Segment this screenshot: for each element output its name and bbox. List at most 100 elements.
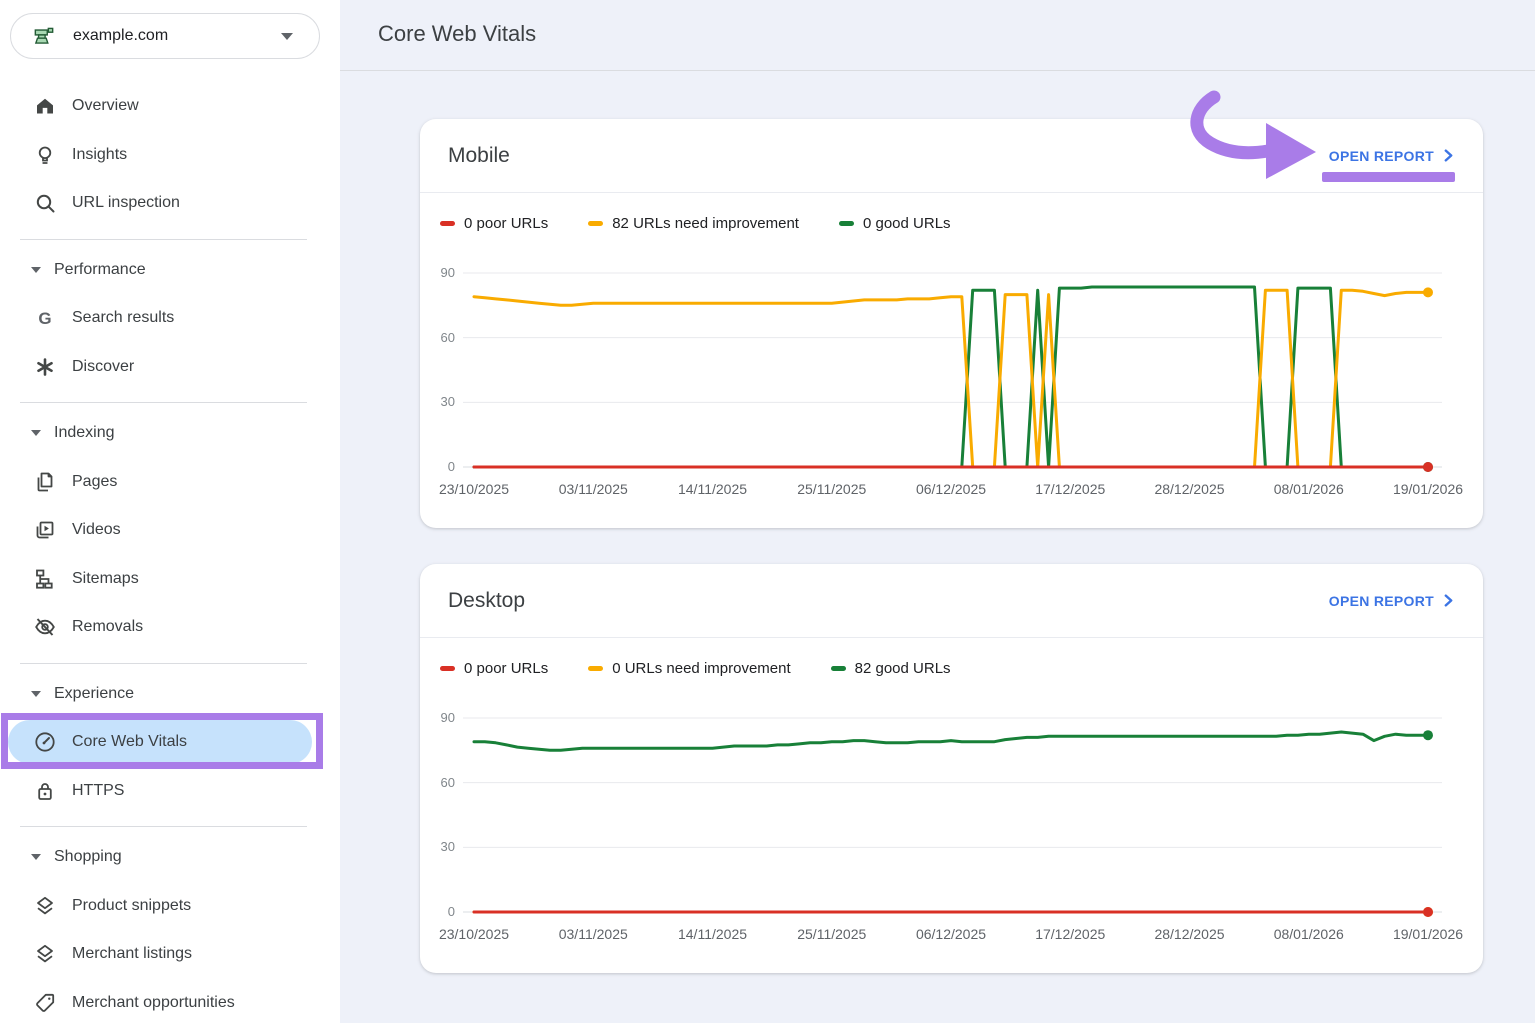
x-axis-label: 08/01/2026 <box>1244 926 1374 942</box>
videos-icon <box>33 518 57 542</box>
legend-item: 0 URLs need improvement <box>588 660 790 677</box>
x-axis-label: 06/12/2025 <box>886 481 1016 497</box>
legend-marker <box>588 666 603 671</box>
card-title: Desktop <box>448 589 525 613</box>
legend-item: 0 good URLs <box>839 215 951 232</box>
mobile-chart <box>420 259 1483 499</box>
sidebar-item-search-results[interactable]: GSearch results <box>0 294 340 343</box>
mobile-card: Mobile OPEN REPORT 0 poor URLs 82 URLs ne… <box>420 119 1483 528</box>
sidebar-item-overview[interactable]: Overview <box>0 82 340 131</box>
desktop-card-header: Desktop OPEN REPORT <box>420 564 1483 637</box>
open-report-link[interactable]: OPEN REPORT <box>1329 593 1455 609</box>
legend-label: 82 URLs need improvement <box>612 215 799 232</box>
chevron-down-icon <box>31 267 41 273</box>
sidebar-item-videos[interactable]: Videos <box>0 506 340 555</box>
y-axis-label: 0 <box>420 459 455 474</box>
sidebar-item-url-inspection[interactable]: URL inspection <box>0 179 340 228</box>
sidebar-item-label: Pages <box>72 473 117 491</box>
search-icon <box>33 191 57 215</box>
sidebar-item-sitemaps[interactable]: Sitemaps <box>0 555 340 604</box>
layers-diamond-icon <box>33 894 57 918</box>
legend-item: 82 good URLs <box>831 660 951 677</box>
property-selector[interactable]: example.com <box>10 13 320 59</box>
legend-item: 82 URLs need improvement <box>588 215 799 232</box>
svg-text:G: G <box>38 309 51 328</box>
series-end-dot-poor <box>1423 907 1433 917</box>
layers-diamond-icon <box>33 942 57 966</box>
x-axis-label: 23/10/2025 <box>409 926 539 942</box>
legend: 0 poor URLs 0 URLs need improvement 82 goo… <box>440 658 991 678</box>
sidebar-item-core-web-vitals[interactable]: Core Web Vitals <box>0 718 340 767</box>
eye-off-icon <box>33 615 57 639</box>
sitemaps-icon <box>33 567 57 591</box>
legend-item: 0 poor URLs <box>440 215 548 232</box>
y-axis-label: 60 <box>420 330 455 345</box>
lock-icon <box>33 779 57 803</box>
chevron-down-icon <box>31 691 41 697</box>
x-axis-label: 28/12/2025 <box>1125 481 1255 497</box>
sidebar-item-insights[interactable]: Insights <box>0 131 340 180</box>
sidebar-section-indexing[interactable]: Indexing <box>0 409 340 458</box>
x-axis-label: 19/01/2026 <box>1363 481 1493 497</box>
open-report-link[interactable]: OPEN REPORT <box>1329 148 1455 164</box>
sidebar-section-label: Shopping <box>54 848 122 866</box>
tag-icon <box>33 991 57 1015</box>
sidebar-item-discover[interactable]: Discover <box>0 343 340 392</box>
sidebar-item-https[interactable]: HTTPS <box>0 767 340 816</box>
google-g-icon: G <box>33 306 57 330</box>
sidebar-item-removals[interactable]: Removals <box>0 603 340 652</box>
sidebar-item-merchant-opportunities[interactable]: Merchant opportunities <box>0 979 340 1027</box>
sidebar-item-label: Removals <box>72 618 143 636</box>
sidebar-nav: Overview Insights URL inspection Performanc… <box>0 82 340 1027</box>
sidebar-item-pages[interactable]: Pages <box>0 458 340 507</box>
open-report-label: OPEN REPORT <box>1329 148 1434 164</box>
sidebar-divider <box>0 652 340 670</box>
legend-label: 0 URLs need improvement <box>612 660 790 677</box>
sidebar-section-performance[interactable]: Performance <box>0 246 340 295</box>
legend-marker <box>440 221 455 226</box>
sidebar-item-merchant-listings[interactable]: Merchant listings <box>0 930 340 979</box>
sidebar-item-label: HTTPS <box>72 782 124 800</box>
x-axis-label: 08/01/2026 <box>1244 481 1374 497</box>
series-end-dot-needs_improvement <box>1423 287 1433 297</box>
series-end-dot-poor <box>1423 462 1433 472</box>
series-end-dot-good <box>1423 730 1433 740</box>
page-title: Core Web Vitals <box>378 21 536 47</box>
chevron-down-icon <box>31 854 41 860</box>
sidebar-item-label: Videos <box>72 521 121 539</box>
chevron-right-icon <box>1442 149 1455 162</box>
y-axis-label: 90 <box>420 265 455 280</box>
desktop-card: Desktop OPEN REPORT 0 poor URLs 0 URLs ne… <box>420 564 1483 973</box>
sidebar-item-product-snippets[interactable]: Product snippets <box>0 882 340 931</box>
lightbulb-icon <box>33 143 57 167</box>
x-axis-label: 28/12/2025 <box>1125 926 1255 942</box>
asterisk-icon <box>33 355 57 379</box>
sidebar: example.com Overview Insights URL inspecti… <box>0 0 340 1023</box>
sidebar-item-label: Insights <box>72 146 127 164</box>
y-axis-label: 60 <box>420 775 455 790</box>
x-axis-label: 19/01/2026 <box>1363 926 1493 942</box>
sidebar-section-label: Performance <box>54 261 146 279</box>
sidebar-item-label: Core Web Vitals <box>72 733 187 751</box>
sidebar-section-experience[interactable]: Experience <box>0 670 340 719</box>
chevron-down-icon <box>281 33 293 40</box>
open-report-label: OPEN REPORT <box>1329 593 1434 609</box>
sidebar-divider <box>0 228 340 246</box>
sidebar-section-label: Indexing <box>54 424 115 442</box>
header-divider <box>340 70 1535 71</box>
y-axis-label: 30 <box>420 839 455 854</box>
property-domain-icon <box>31 23 57 49</box>
x-axis-label: 23/10/2025 <box>409 481 539 497</box>
legend-marker <box>588 221 603 226</box>
home-icon <box>33 94 57 118</box>
sidebar-section-shopping[interactable]: Shopping <box>0 833 340 882</box>
desktop-chart <box>420 704 1483 944</box>
chevron-right-icon <box>1442 594 1455 607</box>
legend-label: 0 poor URLs <box>464 660 548 677</box>
legend-item: 0 poor URLs <box>440 660 548 677</box>
legend-label: 0 good URLs <box>863 215 951 232</box>
card-divider <box>420 192 1483 193</box>
card-title: Mobile <box>448 144 510 168</box>
series-line-good <box>474 287 1428 467</box>
x-axis-label: 03/11/2025 <box>528 481 658 497</box>
